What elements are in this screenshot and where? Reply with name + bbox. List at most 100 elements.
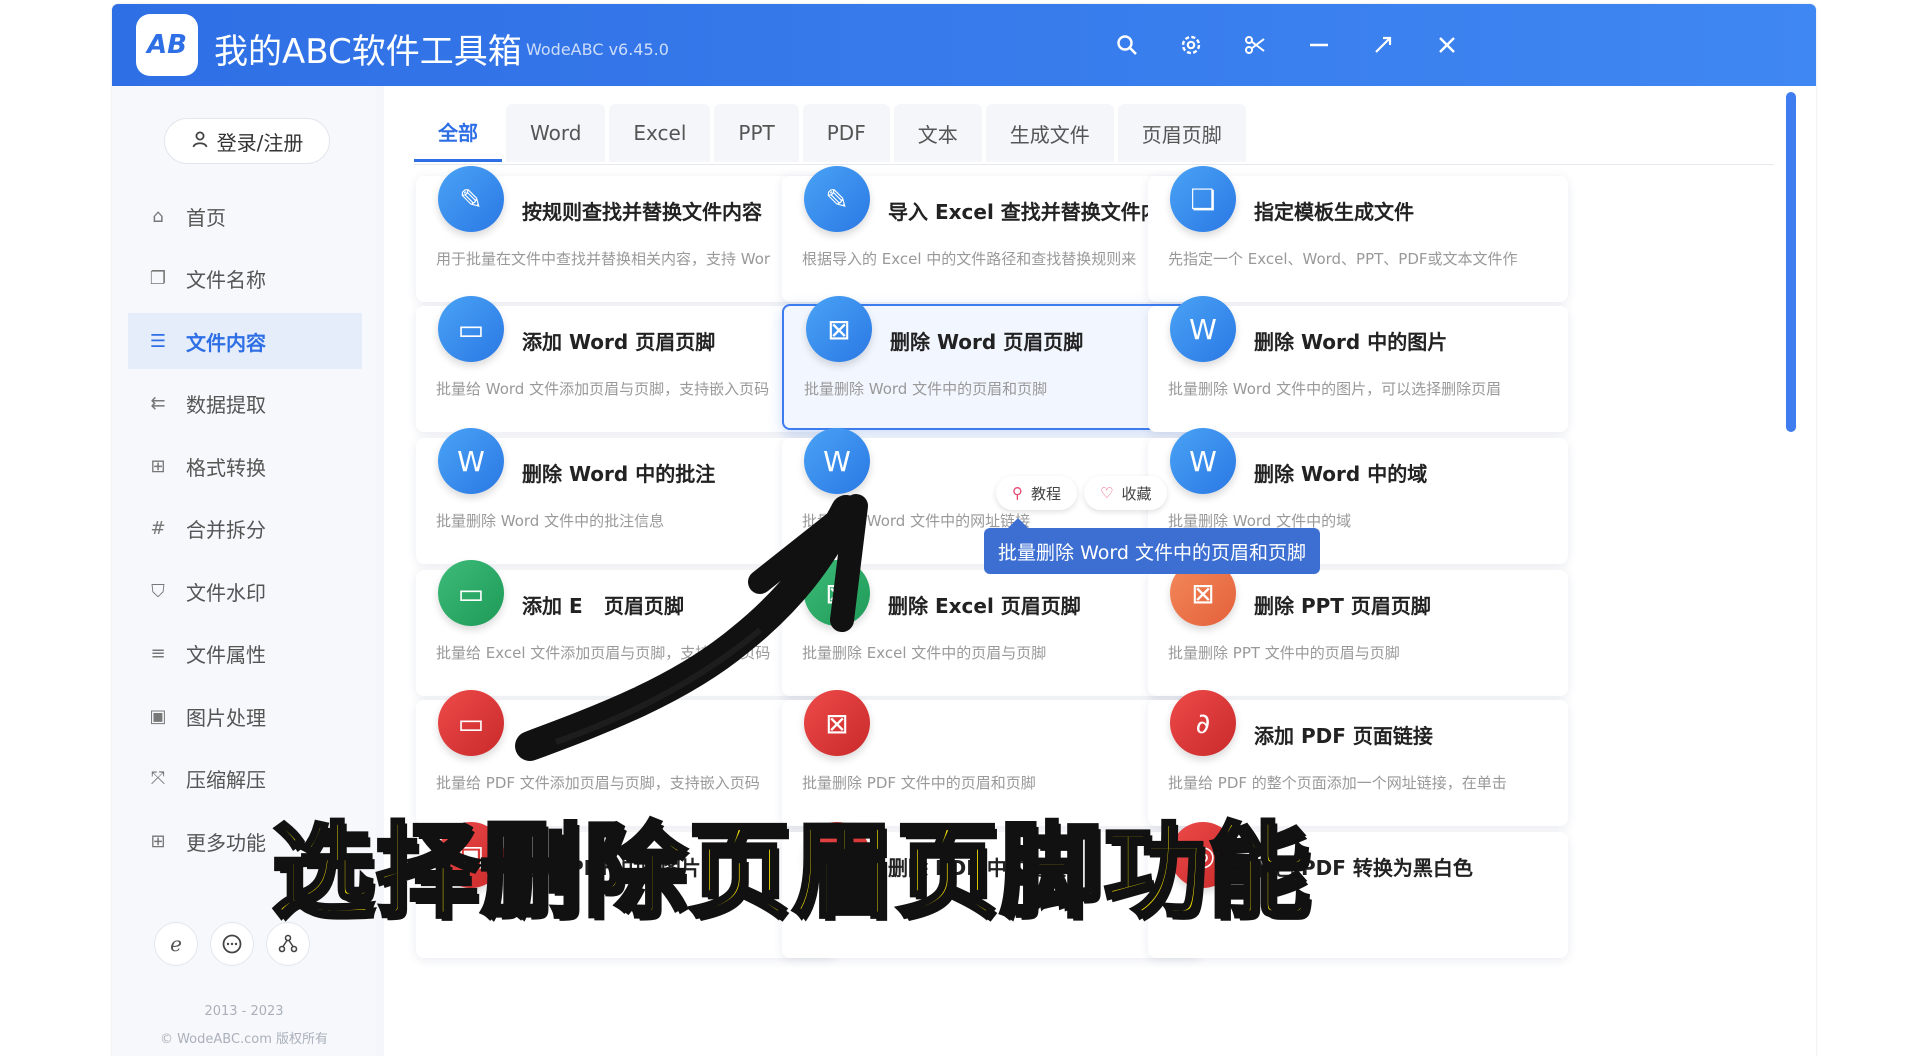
gear-icon[interactable] bbox=[1176, 30, 1206, 60]
function-card[interactable]: ⊠ 删除 Excel 页眉页脚批量删除 Excel 文件中的页眉与页脚 bbox=[782, 560, 1202, 696]
card-icon: ⊠ bbox=[804, 690, 870, 756]
chat-icon[interactable] bbox=[210, 922, 254, 966]
card-title: 删除 Word 页眉页脚 bbox=[890, 330, 1084, 354]
login-button[interactable]: 登录/注册 bbox=[164, 118, 330, 164]
sidebar-item-label: 首页 bbox=[186, 205, 226, 230]
nav-icon: ❐ bbox=[149, 268, 167, 289]
nav-icon: ⌂ bbox=[152, 205, 164, 227]
card-description: 批量给 Excel 文件添加页眉与页脚，支持嵌入页码 bbox=[436, 644, 771, 662]
scrollbar[interactable] bbox=[1786, 92, 1796, 432]
tab-7[interactable]: 页眉页脚 bbox=[1117, 104, 1246, 162]
sidebar-item-label: 文件内容 bbox=[186, 330, 266, 355]
tab-6[interactable]: 生成文件 bbox=[985, 104, 1114, 162]
scissors-icon[interactable] bbox=[1240, 30, 1270, 60]
minimize-icon[interactable] bbox=[1304, 30, 1334, 60]
tab-1[interactable]: Word bbox=[506, 104, 606, 162]
favorite-button[interactable]: ♡ 收藏 bbox=[1084, 476, 1168, 510]
card-title: 添加 E bbox=[522, 594, 583, 618]
tutorial-button[interactable]: ⚲ 教程 bbox=[996, 476, 1078, 510]
card-icon: ▭ bbox=[438, 560, 504, 626]
browser-icon[interactable]: ℯ bbox=[154, 922, 198, 966]
card-icon: ❏ bbox=[1170, 166, 1236, 232]
function-card[interactable]: ❏ 指定模板生成文件先指定一个 Excel、Word、PPT、PDF或文本文件作 bbox=[1148, 166, 1568, 302]
card-description: 批量给 Word 文件添加页眉与页脚，支持嵌入页码 bbox=[436, 380, 770, 398]
sidebar-item-6[interactable]: ⛉ 文件水印 bbox=[128, 563, 362, 619]
card-title: 按规则查找并替换文件内容 bbox=[522, 200, 762, 224]
nav-icon: ⤧ bbox=[150, 768, 166, 789]
sidebar-item-label: 合并拆分 bbox=[186, 518, 266, 542]
card-icon: ✎ bbox=[804, 166, 870, 232]
nav-icon: ⛉ bbox=[151, 580, 165, 602]
tab-5[interactable]: 文本 bbox=[893, 104, 982, 162]
card-description: 批量删除 Word 文件中的图片，可以选择删除页眉 bbox=[1168, 380, 1502, 398]
sidebar-item-label: 更多功能 bbox=[186, 830, 266, 855]
sidebar-item-5[interactable]: # 合并拆分 bbox=[128, 501, 362, 557]
sidebar-item-label: 文件水印 bbox=[186, 580, 266, 605]
nav-icon: ▣ bbox=[149, 705, 167, 727]
expand-icon[interactable] bbox=[1368, 30, 1398, 60]
tab-divider bbox=[414, 164, 1774, 165]
nav-icon: ☰ bbox=[149, 330, 167, 352]
nav-icon: ⇇ bbox=[150, 393, 166, 414]
category-tabs: 全部 Word Excel PPT PDF 文本 生成文件 页眉页脚 bbox=[414, 104, 1246, 166]
card-title: 指定模板生成文件 bbox=[1254, 200, 1414, 224]
favorite-label: 收藏 bbox=[1121, 484, 1152, 503]
search-icon[interactable] bbox=[1112, 30, 1142, 60]
sidebar-item-4[interactable]: ⊞ 格式转换 bbox=[128, 438, 362, 494]
sidebar-item-0[interactable]: ⌂ 首页 bbox=[128, 188, 362, 244]
function-card[interactable]: ▭ 添加 E 批量给 Excel 文件添加页眉与页脚，支持嵌入页码 页眉页脚 bbox=[416, 560, 836, 696]
sidebar-item-label: 文件名称 bbox=[186, 268, 266, 292]
tutorial-label: 教程 bbox=[1031, 484, 1062, 503]
app-logo: AB bbox=[136, 14, 198, 76]
card-icon: ⊠ bbox=[804, 560, 870, 626]
tab-2[interactable]: Excel bbox=[609, 104, 711, 162]
card-title: 添加 PDF 页面链接 bbox=[1254, 724, 1433, 748]
sidebar-item-label: 压缩解压 bbox=[186, 768, 266, 792]
card-description: 批量删除 Word 文件中的批注信息 bbox=[436, 512, 665, 530]
sidebar-item-8[interactable]: ▣ 图片处理 bbox=[128, 688, 362, 744]
function-card[interactable]: W 删除 Word 中的图片 批量删除 Word 文件中的图片，可以选择删除页眉 bbox=[1148, 296, 1568, 432]
function-card[interactable]: ▭ 添加 Word 页眉页脚 批量给 Word 文件添加页眉与页脚，支持嵌入页码 bbox=[416, 296, 836, 432]
sidebar-item-3[interactable]: ⇇ 数据提取 bbox=[128, 376, 362, 432]
card-title: 删除 Word 中的域 bbox=[1254, 462, 1428, 486]
function-card[interactable]: ⊠ 删除 Word 页眉页脚 批量删除 Word 文件中的页眉和页脚 bbox=[782, 296, 1202, 430]
copyright-text: © WodeABC.com 版权所有 bbox=[159, 1032, 329, 1047]
card-description: 用于批量在文件中查找并替换相关内容，支持 Wor bbox=[436, 250, 771, 268]
card-icon: ∂ bbox=[1170, 690, 1236, 756]
sidebar-item-label: 格式转换 bbox=[186, 455, 266, 480]
app-version: WodeABC v6.45.0 bbox=[526, 40, 669, 59]
sidebar-item-label: 数据提取 bbox=[186, 393, 266, 417]
login-label: 登录/注册 bbox=[216, 130, 304, 155]
function-card[interactable]: ✎ 按规则查找并替换文件内容 用于批量在文件中查找并替换相关内容，支持 Wor bbox=[416, 166, 836, 302]
card-title: 删除 Excel 页眉页脚 bbox=[888, 594, 1081, 618]
card-description: 根据导入的 Excel 中的文件路径和查找替换规则来 bbox=[802, 250, 1137, 268]
app-title: 我的ABC软件工具箱 bbox=[214, 32, 522, 72]
function-card[interactable]: ⊠ 删除 PPT 页眉页脚 批量删除 PPT 文件中的页眉与页脚 bbox=[1148, 560, 1568, 696]
card-icon: ⊠ bbox=[806, 296, 872, 362]
location-pin-icon: ⚲ bbox=[1012, 484, 1023, 502]
card-description: 批量删除 Excel 文件中的页眉与页脚 bbox=[802, 644, 1047, 662]
app-logo-text: AB bbox=[147, 30, 187, 60]
function-card[interactable]: ✎ 导入 Excel 查找并替换文件内容 根据导入的 Excel 中的文件路径和查找… bbox=[782, 166, 1202, 302]
sidebar-item-label: 图片处理 bbox=[186, 705, 266, 730]
card-description: 批量删除 PPT 文件中的页眉与页脚 bbox=[1168, 644, 1400, 662]
card-title: 添加 Word 页眉页脚 bbox=[522, 330, 716, 354]
sidebar-item-2[interactable]: ☰ 文件内容 bbox=[128, 313, 362, 369]
card-icon: W bbox=[1170, 428, 1236, 494]
card-icon: W bbox=[438, 428, 504, 494]
tab-0[interactable]: 全部 bbox=[414, 104, 502, 162]
card-title: 删除 Word 中的图片 bbox=[1254, 330, 1448, 354]
sidebar-item-label: 文件属性 bbox=[186, 643, 266, 667]
nav-icon: ≡ bbox=[150, 643, 166, 664]
tab-3[interactable]: PPT bbox=[714, 104, 799, 162]
card-icon: W bbox=[804, 428, 870, 494]
heart-icon: ♡ bbox=[1100, 484, 1114, 502]
card-description: 先指定一个 Excel、Word、PPT、PDF或文本文件作 bbox=[1168, 250, 1518, 268]
sidebar-item-7[interactable]: ≡ 文件属性 bbox=[128, 626, 362, 682]
sidebar-item-1[interactable]: ❐ 文件名称 bbox=[128, 251, 362, 307]
title-bar: AB 我的ABC软件工具箱 WodeABC v6.45.0 bbox=[112, 4, 1816, 86]
function-card[interactable]: W 删除 Word 中的批注 批量删除 Word 文件中的批注信息 bbox=[416, 428, 836, 564]
card-icon: ▭ bbox=[438, 690, 504, 756]
close-icon[interactable] bbox=[1432, 30, 1462, 60]
tab-4[interactable]: PDF bbox=[802, 104, 890, 162]
